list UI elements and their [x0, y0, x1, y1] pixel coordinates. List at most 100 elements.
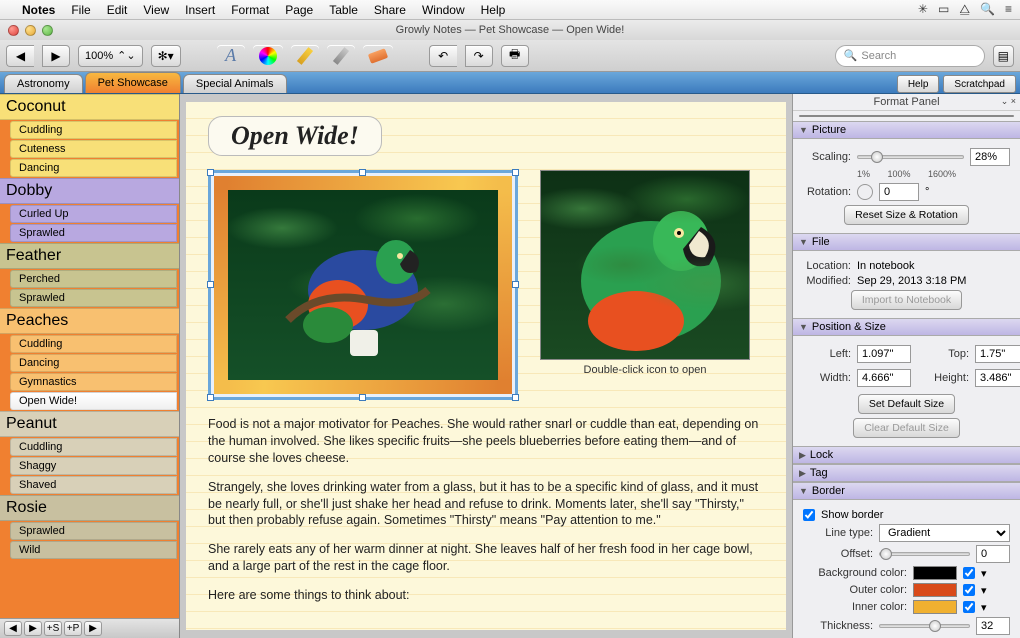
sidebar-item[interactable]: Dancing — [10, 159, 177, 177]
show-border-checkbox[interactable] — [803, 509, 815, 521]
section-picture-header[interactable]: ▼Picture — [793, 121, 1020, 139]
page-title[interactable]: Open Wide! — [208, 116, 382, 156]
sidebar-item[interactable]: Perched — [10, 270, 177, 288]
section-file-header[interactable]: ▼File — [793, 233, 1020, 251]
color-picker-button[interactable] — [253, 45, 283, 67]
window-zoom-button[interactable] — [42, 25, 53, 36]
scratchpad-button[interactable]: Scratchpad — [943, 75, 1016, 93]
highlighter-icon[interactable] — [291, 45, 319, 67]
nav-back-button[interactable]: ◀ — [6, 45, 34, 67]
sidebar-item[interactable]: Cuddling — [10, 121, 177, 139]
seg-notebook[interactable]: Notebook — [961, 116, 1014, 117]
outer-color-enable-checkbox[interactable] — [963, 584, 975, 596]
seg-note[interactable]: Note — [800, 116, 854, 117]
section-lock-header[interactable]: ▶Lock — [793, 446, 1020, 464]
menu-file[interactable]: File — [63, 3, 98, 17]
font-style-button[interactable]: A — [217, 45, 245, 67]
scaling-slider[interactable] — [857, 155, 964, 159]
sidebar-item[interactable]: Shaved — [10, 476, 177, 494]
set-default-size-button[interactable]: Set Default Size — [858, 394, 955, 414]
inner-color-swatch[interactable] — [913, 600, 957, 614]
sidebar-add-page-button[interactable]: +P — [64, 621, 82, 636]
sidebar-next-button[interactable]: ▶ — [24, 621, 42, 636]
bg-color-enable-checkbox[interactable] — [963, 567, 975, 579]
sidebar-item[interactable]: Sprawled — [10, 522, 177, 540]
paintbrush-icon[interactable] — [327, 45, 355, 67]
search-input[interactable]: 🔍Search — [835, 45, 985, 67]
rotation-input[interactable] — [879, 183, 919, 201]
sidebar-item[interactable]: Dancing — [10, 354, 177, 372]
import-to-notebook-button[interactable]: Import to Notebook — [851, 290, 962, 310]
sidebar-section-coconut[interactable]: Coconut — [0, 94, 179, 120]
bg-color-swatch[interactable] — [913, 566, 957, 580]
sidebar-item[interactable]: Cuddling — [10, 335, 177, 353]
sidebar-add-section-button[interactable]: +S — [44, 621, 62, 636]
eraser-icon[interactable] — [363, 45, 393, 67]
sidebar-item[interactable]: Gymnastics — [10, 373, 177, 391]
sidebar-item[interactable]: Sprawled — [10, 289, 177, 307]
thickness-slider[interactable] — [879, 624, 970, 628]
offset-slider[interactable] — [879, 552, 970, 556]
panel-options-icon[interactable]: ⌄ × — [1001, 96, 1016, 107]
section-position-header[interactable]: ▼Position & Size — [793, 318, 1020, 336]
sidebar-prev-button[interactable]: ◀ — [4, 621, 22, 636]
menu-view[interactable]: View — [135, 3, 177, 17]
inner-color-enable-checkbox[interactable] — [963, 601, 975, 613]
bg-color-menu-icon[interactable]: ▾ — [981, 567, 987, 580]
menu-extras-icon[interactable]: ≡ — [1005, 2, 1012, 17]
sidebar-section-rosie[interactable]: Rosie — [0, 495, 179, 521]
zoom-select[interactable]: 100%⌃⌄ — [78, 45, 143, 67]
sidebar-item[interactable]: Wild — [10, 541, 177, 559]
tab-special-animals[interactable]: Special Animals — [183, 74, 287, 93]
sidebar-go-button[interactable]: ▶ — [84, 621, 102, 636]
section-tag-header[interactable]: ▶Tag — [793, 464, 1020, 482]
pos-width-input[interactable] — [857, 369, 911, 387]
pos-top-input[interactable] — [975, 345, 1020, 363]
menu-window[interactable]: Window — [414, 3, 473, 17]
sidebar-section-dobby[interactable]: Dobby — [0, 178, 179, 204]
status-wifi-icon[interactable]: ⧋ — [959, 2, 970, 17]
window-minimize-button[interactable] — [25, 25, 36, 36]
rotation-dial-icon[interactable] — [857, 184, 873, 200]
menu-edit[interactable]: Edit — [99, 3, 136, 17]
sidebar-section-peanut[interactable]: Peanut — [0, 411, 179, 437]
menu-share[interactable]: Share — [366, 3, 414, 17]
selected-picture-frame[interactable] — [208, 170, 518, 400]
help-button[interactable]: Help — [897, 75, 940, 93]
tab-astronomy[interactable]: Astronomy — [4, 74, 83, 93]
thickness-input[interactable] — [976, 617, 1010, 635]
sidebar-item[interactable]: Sprawled — [10, 224, 177, 242]
undo-button[interactable]: ↶ — [429, 45, 457, 67]
window-close-button[interactable] — [8, 25, 19, 36]
menu-insert[interactable]: Insert — [177, 3, 223, 17]
toggle-panel-button[interactable]: ▤ — [993, 45, 1014, 67]
spotlight-icon[interactable]: 🔍 — [980, 2, 995, 17]
line-type-select[interactable]: Gradient — [879, 524, 1010, 542]
inner-color-menu-icon[interactable]: ▾ — [981, 601, 987, 614]
menu-page[interactable]: Page — [277, 3, 321, 17]
sidebar-section-peaches[interactable]: Peaches — [0, 308, 179, 334]
sidebar-item[interactable]: Shaggy — [10, 457, 177, 475]
pos-left-input[interactable] — [857, 345, 911, 363]
status-battery-icon[interactable]: ▭ — [938, 2, 949, 17]
sidebar-item[interactable]: Curled Up — [10, 205, 177, 223]
clear-default-size-button[interactable]: Clear Default Size — [853, 418, 960, 438]
menu-format[interactable]: Format — [223, 3, 277, 17]
outer-color-swatch[interactable] — [913, 583, 957, 597]
sidebar-item[interactable]: Cuteness — [10, 140, 177, 158]
menu-table[interactable]: Table — [321, 3, 366, 17]
parrot-picture-1[interactable] — [228, 190, 498, 380]
redo-button[interactable]: ↷ — [465, 45, 493, 67]
sidebar-item[interactable]: Cuddling — [10, 438, 177, 456]
page-canvas[interactable]: Open Wide! — [180, 94, 792, 638]
format-scope-segment[interactable]: Note Page Section Notebook — [799, 115, 1014, 117]
gear-menu-button[interactable]: ✻▾ — [151, 45, 181, 67]
status-sync-icon[interactable]: ✳ — [918, 2, 928, 17]
menu-app[interactable]: Notes — [14, 3, 63, 17]
menu-help[interactable]: Help — [473, 3, 514, 17]
tab-pet-showcase[interactable]: Pet Showcase — [85, 72, 181, 93]
pos-height-input[interactable] — [975, 369, 1020, 387]
seg-page[interactable]: Page — [854, 116, 908, 117]
nav-forward-button[interactable]: ▶ — [42, 45, 70, 67]
sidebar-item[interactable]: Open Wide! — [10, 392, 177, 410]
